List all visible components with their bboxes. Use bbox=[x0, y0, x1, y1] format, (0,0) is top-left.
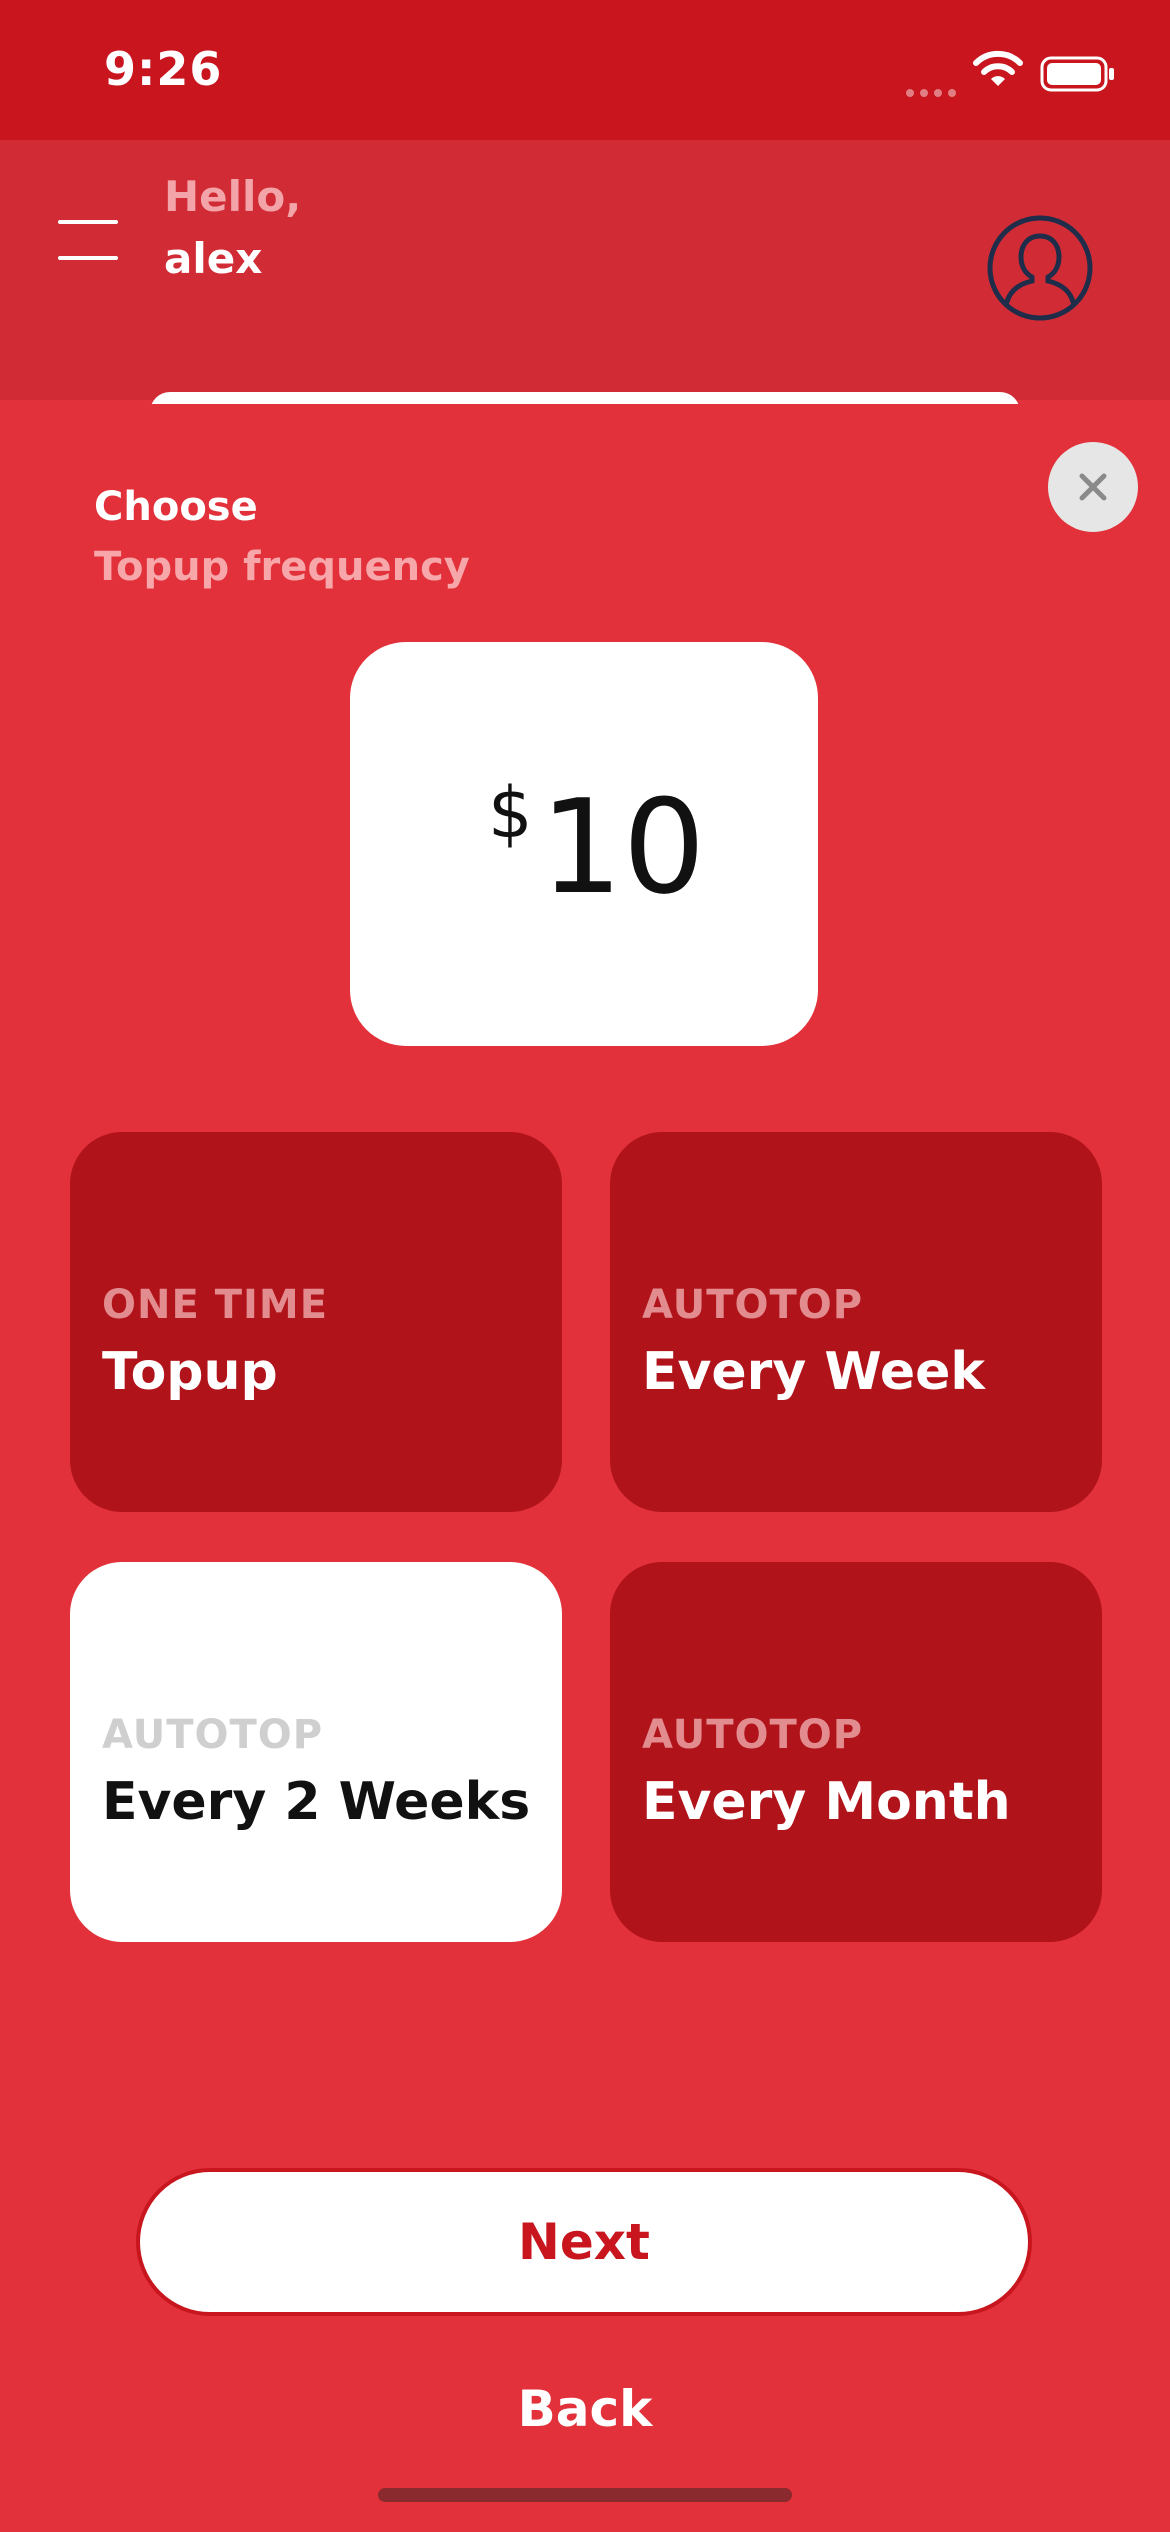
signal-icon bbox=[906, 82, 962, 101]
option-every-2-weeks[interactable]: AUTOTOP Every 2 Weeks bbox=[70, 1562, 562, 1942]
option-label: Topup bbox=[102, 1342, 278, 1402]
menu-icon[interactable] bbox=[58, 220, 118, 264]
option-one-time-topup[interactable]: ONE TIME Topup bbox=[70, 1132, 562, 1512]
option-every-month[interactable]: AUTOTOP Every Month bbox=[610, 1562, 1102, 1942]
sheet-subtitle: Topup frequency bbox=[94, 544, 470, 590]
option-label: Every Month bbox=[642, 1772, 1011, 1832]
greeting-text: Hello, bbox=[164, 172, 302, 221]
back-button[interactable]: Back bbox=[470, 2374, 700, 2444]
option-kicker: AUTOTOP bbox=[642, 1712, 864, 1758]
amount-value: 10 bbox=[540, 771, 706, 923]
close-icon bbox=[1079, 473, 1107, 501]
amount-currency: $ bbox=[488, 772, 533, 854]
battery-icon bbox=[1040, 56, 1114, 92]
wifi-icon bbox=[973, 50, 1023, 86]
option-label: Every 2 Weeks bbox=[102, 1772, 531, 1832]
option-label: Every Week bbox=[642, 1342, 985, 1402]
option-every-week[interactable]: AUTOTOP Every Week bbox=[610, 1132, 1102, 1512]
next-button[interactable]: Next bbox=[136, 2168, 1032, 2316]
option-kicker: AUTOTOP bbox=[102, 1712, 324, 1758]
option-kicker: AUTOTOP bbox=[642, 1282, 864, 1328]
avatar-icon[interactable] bbox=[986, 214, 1094, 322]
option-kicker: ONE TIME bbox=[102, 1282, 329, 1328]
status-time: 9:26 bbox=[104, 42, 223, 96]
home-indicator bbox=[378, 2488, 792, 2502]
close-button[interactable] bbox=[1048, 442, 1138, 532]
amount-card: $ 10 bbox=[350, 642, 818, 1046]
username-text: alex bbox=[164, 234, 263, 283]
status-bar: 9:26 bbox=[0, 0, 1170, 140]
sheet-title: Choose bbox=[94, 484, 258, 530]
